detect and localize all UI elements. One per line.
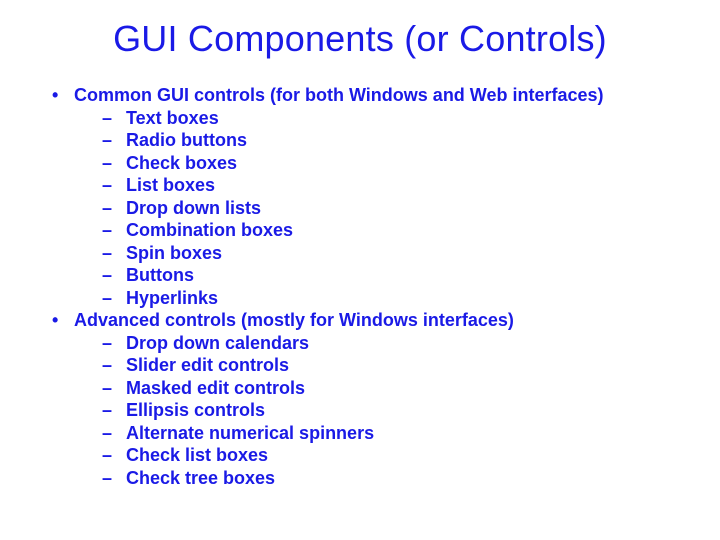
- list-item: Slider edit controls: [100, 354, 680, 377]
- list-item: Text boxes: [100, 107, 680, 130]
- list-item: Radio buttons: [100, 129, 680, 152]
- list-item: Drop down lists: [100, 197, 680, 220]
- list-item: Check boxes: [100, 152, 680, 175]
- slide-content: Common GUI controls (for both Windows an…: [40, 84, 680, 489]
- section-heading: Advanced controls (mostly for Windows in…: [74, 310, 514, 330]
- list-item: Spin boxes: [100, 242, 680, 265]
- list-item: List boxes: [100, 174, 680, 197]
- list-item: Buttons: [100, 264, 680, 287]
- section-common: Common GUI controls (for both Windows an…: [48, 84, 680, 309]
- list-item: Drop down calendars: [100, 332, 680, 355]
- list-item: Alternate numerical spinners: [100, 422, 680, 445]
- list-item: Ellipsis controls: [100, 399, 680, 422]
- list-item: Check tree boxes: [100, 467, 680, 490]
- slide-title: GUI Components (or Controls): [40, 18, 680, 60]
- list-item: Hyperlinks: [100, 287, 680, 310]
- list-item: Check list boxes: [100, 444, 680, 467]
- list-item: Combination boxes: [100, 219, 680, 242]
- section-heading: Common GUI controls (for both Windows an…: [74, 85, 604, 105]
- top-level-list: Common GUI controls (for both Windows an…: [40, 84, 680, 489]
- section-advanced: Advanced controls (mostly for Windows in…: [48, 309, 680, 489]
- list-item: Masked edit controls: [100, 377, 680, 400]
- sublist-common: Text boxes Radio buttons Check boxes Lis…: [74, 107, 680, 310]
- sublist-advanced: Drop down calendars Slider edit controls…: [74, 332, 680, 490]
- slide: GUI Components (or Controls) Common GUI …: [0, 0, 720, 540]
